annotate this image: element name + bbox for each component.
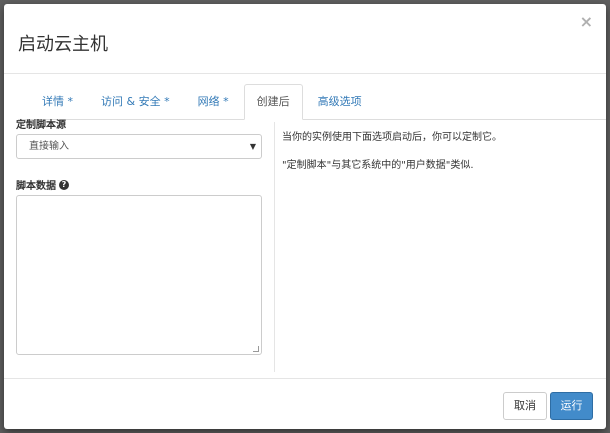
resize-handle-icon[interactable] [253,346,259,352]
tab-post-creation[interactable]: 创建后 [243,84,303,120]
tab-access-security[interactable]: 访问 & 安全 * [88,84,183,120]
modal-footer: 取消 运行 [4,378,606,429]
help-column: 当你的实例使用下面选项启动后，你可以定制它。 "定制脚本"与其它系统中的"用户数… [282,128,592,184]
script-source-value: 直接输入 [29,141,69,152]
cancel-button[interactable]: 取消 [503,392,547,420]
script-data-label: 脚本数据 ? [16,177,268,192]
script-source-select[interactable]: 直接输入 ▼ [16,134,262,159]
tab-advanced-options[interactable]: 高级选项 [305,84,375,120]
form-column: 定制脚本源 直接输入 ▼ 脚本数据 ? [16,116,268,355]
script-source-label-text: 定制脚本源 [16,120,66,131]
tab-networking[interactable]: 网络 * [185,84,242,120]
run-button[interactable]: 运行 [550,392,593,420]
modal-title: 启动云主机 [18,34,108,55]
help-text-1: 当你的实例使用下面选项启动后，你可以定制它。 [282,132,502,143]
question-circle-icon[interactable]: ? [59,179,69,190]
modal-header: 启动云主机 × [4,4,606,74]
close-icon[interactable]: × [580,12,593,32]
launch-instance-modal: 启动云主机 × 详情 * 访问 & 安全 * 网络 * 创建后 高级选项 定制脚… [4,4,606,429]
tab-bar: 详情 * 访问 & 安全 * 网络 * 创建后 高级选项 [18,84,606,120]
caret-down-icon: ▼ [249,142,256,151]
script-source-label: 定制脚本源 [16,116,268,131]
script-data-textarea[interactable] [16,195,262,355]
column-divider [274,122,275,372]
tab-details[interactable]: 详情 * [29,84,86,120]
help-text-2: "定制脚本"与其它系统中的"用户数据"类似. [282,160,474,171]
script-data-label-text: 脚本数据 [16,181,56,192]
